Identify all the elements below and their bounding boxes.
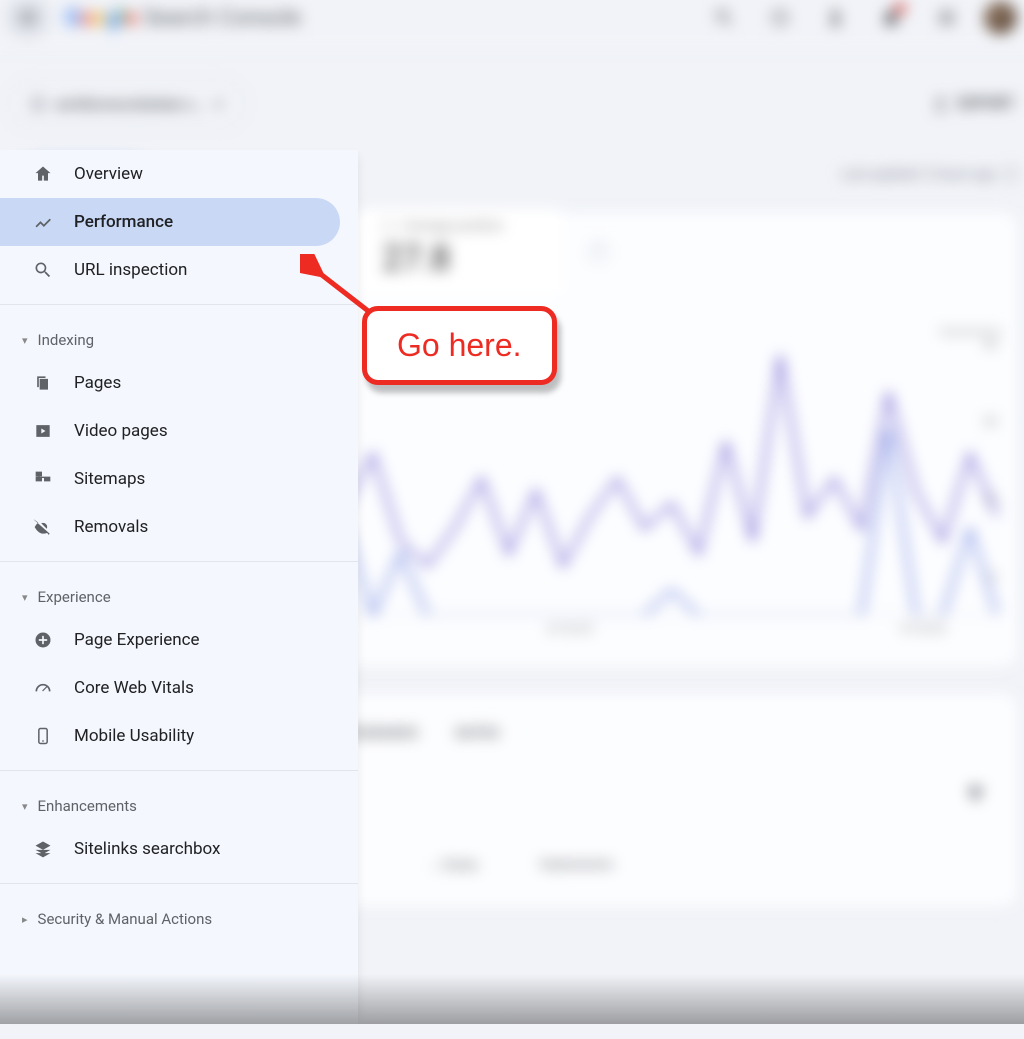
bottom-gradient <box>0 974 1024 1024</box>
app-logo: Google Search Console <box>65 5 301 31</box>
sidebar-item-label: Mobile Usability <box>74 726 194 746</box>
circleplus-icon <box>32 629 54 651</box>
annotation-callout: Go here. <box>362 306 557 385</box>
sort-clicks[interactable]: ↓ Clicks <box>431 857 478 873</box>
sidebar-item-label: Video pages <box>74 421 168 441</box>
sidebar-item-label: Removals <box>74 517 148 537</box>
sidebar-item-label: Core Web Vitals <box>74 678 194 698</box>
hamburger-button[interactable] <box>5 0 50 40</box>
caret-icon: ▸ <box>22 913 28 926</box>
app-header: Google Search Console <box>0 0 1024 51</box>
people-icon <box>824 6 847 29</box>
sidebar-item-pages[interactable]: Pages <box>0 359 358 407</box>
col-impressions: Impressions <box>540 857 613 873</box>
search-button[interactable] <box>704 0 745 38</box>
search-icon <box>32 259 54 281</box>
arrow-down-icon: ↓ <box>431 857 438 873</box>
export-button[interactable]: EXPORT <box>931 95 1015 114</box>
sidebar-item-url-inspection[interactable]: URL inspection <box>0 246 358 294</box>
caret-icon: ▾ <box>22 800 28 813</box>
notifications-button[interactable] <box>870 0 911 38</box>
property-name: amillionwordslater.c… <box>56 95 205 114</box>
sidebar-item-performance[interactable]: Performance <box>0 198 340 246</box>
people-button[interactable] <box>815 0 856 38</box>
last-updated: Last updated: 3 hours ago ? <box>841 166 1019 182</box>
checkbox-icon <box>382 219 395 232</box>
sidebar-item-video-pages[interactable]: Video pages <box>0 407 358 455</box>
sidebar-item-sitelinks[interactable]: Sitelinks searchbox <box>0 825 358 873</box>
help-button[interactable]: ? <box>588 242 609 263</box>
sidebar-item-label: URL inspection <box>74 260 187 280</box>
sidebar-section-security-manual-actions[interactable]: ▸ Security & Manual Actions <box>0 894 358 938</box>
section-title: Indexing <box>38 331 95 349</box>
sidebar-item-label: Overview <box>74 164 143 184</box>
grid-icon <box>936 7 957 28</box>
property-bar: amillionwordslater.c… ▾ EXPORT <box>0 51 1024 144</box>
sitemap-icon <box>32 468 54 490</box>
sidebar: Overview Performance URL inspection ▾ Index… <box>0 150 358 1024</box>
tab-dates[interactable]: DATES <box>456 726 500 741</box>
product-name: Search Console <box>143 5 301 31</box>
sidebar-item-page-experience[interactable]: Page Experience <box>0 616 358 664</box>
clock-icon <box>768 6 791 29</box>
sidebar-item-mobile-usability[interactable]: Mobile Usability <box>0 712 358 760</box>
avatar[interactable] <box>982 0 1019 36</box>
menu-icon <box>17 6 40 29</box>
search-icon <box>713 6 736 29</box>
metric-position-box[interactable]: Average position 27.8 <box>357 208 563 296</box>
apps-button[interactable] <box>926 0 967 38</box>
trend-icon <box>32 211 54 233</box>
history-button[interactable] <box>759 0 800 38</box>
caret-icon: ▾ <box>22 591 28 604</box>
filter-icon <box>964 783 987 806</box>
divider <box>0 770 358 771</box>
divider <box>0 304 358 305</box>
gauge-icon <box>32 677 54 699</box>
sidebar-item-label: Sitelinks searchbox <box>74 839 220 859</box>
divider <box>0 561 358 562</box>
divider <box>0 883 358 884</box>
section-title: Enhancements <box>38 797 137 815</box>
sidebar-item-label: Sitemaps <box>74 469 145 489</box>
globe-icon <box>31 97 45 111</box>
notification-badge <box>893 1 907 15</box>
property-selector[interactable]: amillionwordslater.c… ▾ <box>9 81 244 126</box>
phone-icon <box>32 725 54 747</box>
caret-icon: ▾ <box>22 334 28 347</box>
sidebar-item-removals[interactable]: Removals <box>0 503 358 551</box>
layers-icon <box>32 838 54 860</box>
chevron-down-icon: ▾ <box>215 95 223 114</box>
sidebar-item-sitemaps[interactable]: Sitemaps <box>0 455 358 503</box>
section-title: Experience <box>38 588 111 606</box>
section-title: Security & Manual Actions <box>38 910 213 928</box>
copy-icon <box>32 372 54 394</box>
sidebar-section-indexing[interactable]: ▾ Indexing <box>0 315 358 359</box>
upload-icon <box>931 95 950 114</box>
help-icon[interactable]: ? <box>1002 166 1018 182</box>
sidebar-item-core-web-vitals[interactable]: Core Web Vitals <box>0 664 358 712</box>
metric-position-value: 27.8 <box>382 238 539 279</box>
eyeoff-icon <box>32 516 54 538</box>
home-icon <box>32 163 54 185</box>
metric-position-label: Average position <box>404 218 503 233</box>
sidebar-section-enhancements[interactable]: ▾ Enhancements <box>0 781 358 825</box>
sidebar-item-label: Pages <box>74 373 121 393</box>
video-icon <box>32 420 54 442</box>
sidebar-item-label: Page Experience <box>74 630 200 650</box>
sidebar-item-overview[interactable]: Overview <box>0 150 358 198</box>
sidebar-item-label: Performance <box>74 212 173 232</box>
sidebar-section-experience[interactable]: ▾ Experience <box>0 572 358 616</box>
